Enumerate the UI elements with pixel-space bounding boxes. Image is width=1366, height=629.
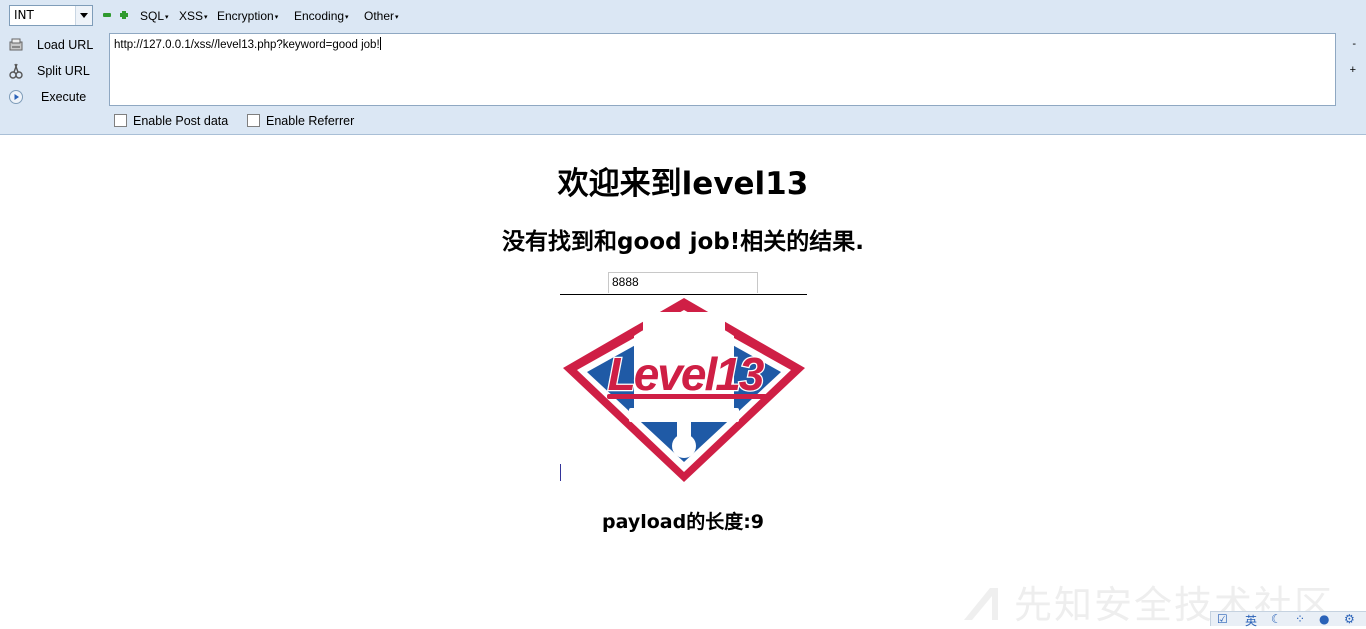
system-tray: ☑ 英 ☾ ⁘ ● ⚙ [1210,611,1366,629]
search-result-message: 没有找到和good job!相关的结果. [502,229,864,255]
expand-button[interactable]: + [1350,64,1356,76]
checkbox-icon [114,114,127,127]
page-title: 欢迎来到level13 [557,166,809,202]
url-text: http://127.0.0.1/xss//level13.php?keywor… [114,39,380,51]
play-icon [9,90,23,104]
ime-language-indicator[interactable]: 英 [1245,612,1257,629]
shrink-button[interactable]: - [1352,38,1356,50]
load-url-icon [9,38,23,51]
checkmark-icon[interactable]: ☑ [1217,612,1228,626]
hackbar-toolbar: INT SQL▾ XSS▾ Encryption▾ Encoding▾ Othe… [0,0,1366,135]
menu-sql[interactable]: SQL▾ [140,9,169,23]
type-select-value: INT [14,8,34,22]
text-cursor [379,37,381,50]
plus-icon[interactable] [120,11,128,19]
keyword-input[interactable]: 8888 [608,272,758,293]
form-underline [560,294,807,295]
xianzhi-logo-icon [964,588,998,620]
menu-encoding[interactable]: Encoding▾ [294,9,349,23]
moon-icon[interactable]: ☾ [1271,612,1282,626]
menu-encryption[interactable]: Encryption▾ [217,9,278,23]
menu-xss[interactable]: XSS▾ [179,9,208,23]
minus-icon[interactable] [103,11,111,19]
dots-icon[interactable]: ⁘ [1295,612,1305,626]
checkbox-icon [247,114,260,127]
payload-length-text: payload的长度:9 [601,511,765,533]
chevron-down-icon[interactable] [75,6,92,25]
text-caret [560,464,561,481]
menu-other[interactable]: Other▾ [364,9,399,23]
logo-text: Level13 [608,348,765,400]
split-url-icon [9,63,23,79]
level13-logo-image: Level13 [563,298,805,482]
enable-referrer-checkbox[interactable]: Enable Referrer [247,114,354,128]
keyword-input-value: 8888 [612,275,639,289]
gear-icon[interactable]: ⚙ [1344,612,1355,626]
user-icon[interactable]: ● [1319,612,1329,626]
type-select[interactable]: INT [9,5,93,26]
enable-post-checkbox[interactable]: Enable Post data [114,114,228,128]
url-textarea[interactable]: http://127.0.0.1/xss//level13.php?keywor… [109,33,1336,106]
